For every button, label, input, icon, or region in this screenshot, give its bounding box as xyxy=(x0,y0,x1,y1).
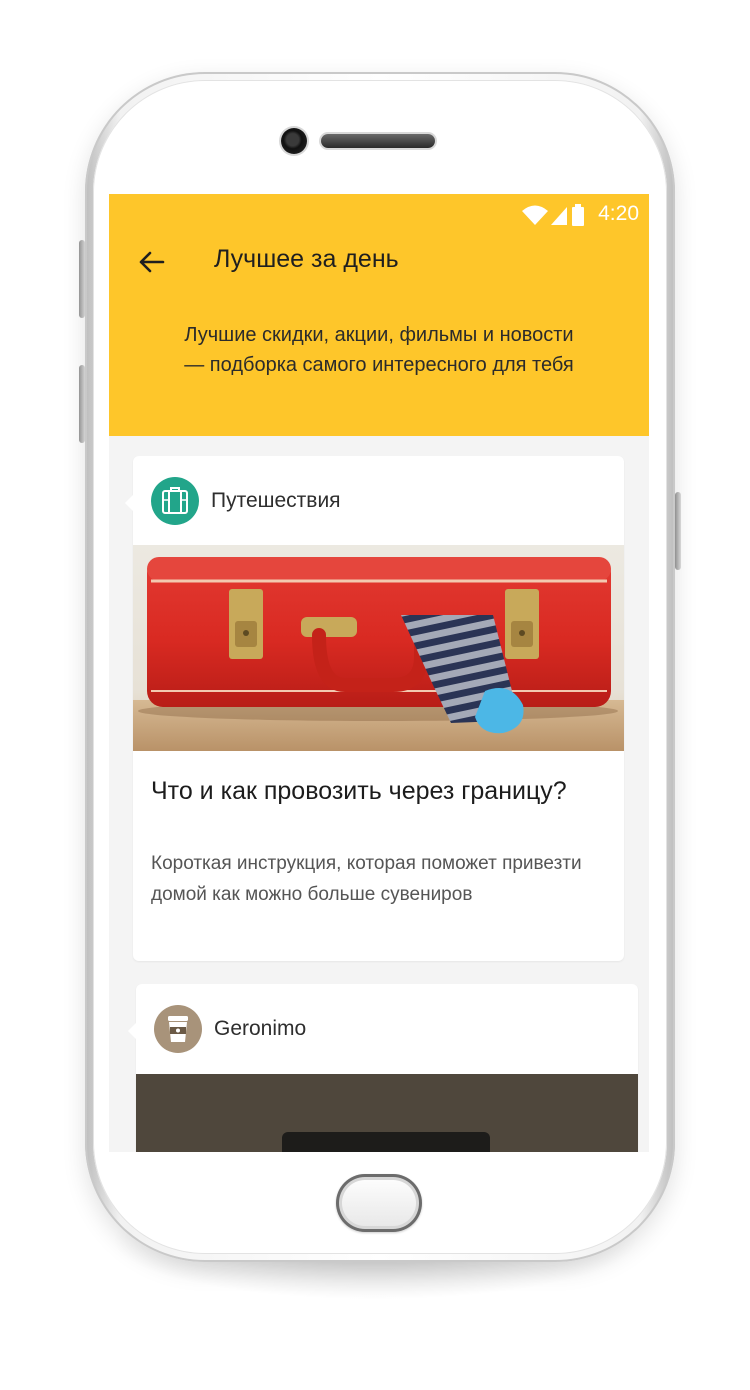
card-description: Короткая инструкция, которая поможет при… xyxy=(151,853,582,905)
coffee-cup-icon xyxy=(168,1016,188,1042)
source-avatar xyxy=(154,1005,202,1053)
card-pointer xyxy=(125,494,134,512)
card-source-name: Geronimo xyxy=(214,1017,307,1040)
status-icons xyxy=(521,203,587,227)
card-title[interactable]: Что и как провозить через границу? xyxy=(151,774,591,809)
feed-card[interactable]: Geronimo xyxy=(128,984,638,1152)
earpiece-speaker xyxy=(321,134,435,148)
page-title: Лучшее за день xyxy=(214,245,399,273)
signal-icon xyxy=(551,207,567,225)
power-button xyxy=(675,492,681,570)
front-camera xyxy=(281,128,307,154)
battery-icon xyxy=(572,204,584,226)
app-screen: 4:20 Лучшее за день Лучшие скидки, акции… xyxy=(109,194,649,1152)
arrow-left-icon xyxy=(139,251,165,273)
suitcase-icon xyxy=(162,487,188,514)
card-source-row[interactable]: Путешествия xyxy=(151,476,341,526)
card-source-row[interactable]: Geronimo xyxy=(154,1004,306,1054)
header-subtitle: Лучшие скидки, акции, фильмы и новости —… xyxy=(184,324,574,376)
image-dark-object xyxy=(282,1132,490,1152)
status-time: 4:20 xyxy=(598,202,639,225)
card-pointer xyxy=(128,1022,137,1040)
card-image-dark[interactable] xyxy=(136,1074,638,1152)
wifi-icon xyxy=(522,205,548,225)
home-button[interactable] xyxy=(336,1174,422,1232)
card-image-suitcase[interactable] xyxy=(133,545,624,751)
app-header: 4:20 Лучшее за день Лучшие скидки, акции… xyxy=(109,194,649,436)
source-avatar xyxy=(151,477,199,525)
card-source-name: Путешествия xyxy=(211,489,341,512)
back-button[interactable] xyxy=(131,242,171,282)
status-bar: 4:20 xyxy=(109,194,649,238)
feed-card[interactable]: Путешествия Что и как провозить через гр… xyxy=(125,456,624,961)
